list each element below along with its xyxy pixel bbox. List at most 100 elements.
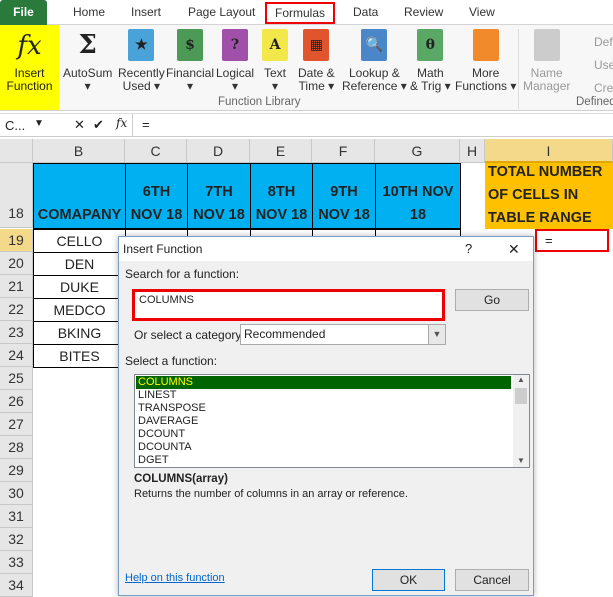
ribbon-button-3[interactable]: ? Logical ▾ [216,29,254,93]
group-function-library: Function Library [218,96,301,108]
sigma-icon: Σ [74,29,101,61]
function-item[interactable]: LINEST [136,389,511,402]
function-item[interactable]: TRANSPOSE [136,402,511,415]
row-header-24[interactable]: 24 [0,344,33,367]
tab-formulas[interactable]: Formulas [265,2,336,24]
insert-function-dialog: Insert Function ? ✕ Search for a functio… [118,236,534,596]
magnifier-book-icon: 🔍 [361,29,388,61]
label: Manager [523,79,571,93]
table-header-cell: 9TH NOV 18 [312,163,376,229]
function-item[interactable]: DCOUNT [136,428,511,441]
row-header-28[interactable]: 28 [0,436,33,459]
star-book-icon: ★ [128,29,155,61]
row-header-20[interactable]: 20 [0,252,33,275]
ribbon-button-7[interactable]: θ Math & Trig ▾ [410,29,451,93]
tab-home[interactable]: Home [73,5,105,19]
row-header-18[interactable]: 18 [0,163,33,228]
tab-review[interactable]: Review [404,5,443,19]
go-button[interactable]: Go [455,289,529,311]
ribbon-button-1[interactable]: ★ Recently Used ▾ [118,29,165,93]
column-header-G[interactable]: G [375,139,460,163]
ribbon-button-8[interactable]: More Functions ▾ [455,29,516,93]
enter-icon[interactable]: ✔ [93,117,104,133]
name-manager-button[interactable]: Name Manager [523,29,570,93]
function-item[interactable]: DGET [136,454,511,467]
ribbon-button-6[interactable]: 🔍 Lookup & Reference ▾ [342,29,407,93]
text-book-icon: A [262,29,288,61]
calendar-book-icon: ▦ [303,29,330,61]
define-name-button[interactable]: Def [578,31,613,54]
fx-icon[interactable]: fx [116,116,127,130]
scroll-up-icon[interactable]: ▲ [513,375,529,384]
search-input[interactable]: COLUMNS [132,289,445,321]
row-header-23[interactable]: 23 [0,321,33,344]
column-header-D[interactable]: D [187,139,250,163]
formula-input[interactable]: = [142,117,150,132]
company-cell[interactable]: DEN [33,252,126,276]
row-header-31[interactable]: 31 [0,505,33,528]
row-header-32[interactable]: 32 [0,528,33,551]
ribbon-button-2[interactable]: $ Financial ▾ [166,29,214,93]
row-header-22[interactable]: 22 [0,298,33,321]
company-cell[interactable]: BITES [33,344,126,368]
insert-function-button[interactable]: fx Insert Function [0,25,59,110]
row-header-29[interactable]: 29 [0,459,33,482]
ribbon-button-4[interactable]: A Text ▾ [262,29,288,93]
active-cell-I19[interactable]: = [535,229,609,252]
ribbon-tabs: File Home Insert Page Layout Formulas Da… [0,0,613,25]
name-box[interactable]: C... [5,118,25,133]
company-cell[interactable]: CELLO [33,229,126,253]
tab-page-layout[interactable]: Page Layout [188,5,255,19]
ok-button[interactable]: OK [372,569,445,591]
ribbon-button-0[interactable]: Σ AutoSum ▾ [63,29,112,93]
function-item[interactable]: DAVERAGE [136,415,511,428]
tab-file[interactable]: File [0,0,47,25]
row-header-30[interactable]: 30 [0,482,33,505]
row-header-33[interactable]: 33 [0,551,33,574]
function-item[interactable]: COLUMNS [136,376,511,389]
column-header-B[interactable]: B [33,139,125,163]
function-list[interactable]: COLUMNS LINEST TRANSPOSE DAVERAGE DCOUNT DCOU… [134,374,530,468]
name-box-dropdown-icon[interactable]: ▼ [34,118,44,129]
company-cell[interactable]: DUKE [33,275,126,299]
column-header-H[interactable]: H [460,139,485,163]
ribbon-button-5[interactable]: ▦ Date & Time ▾ [298,29,335,93]
label: Function [6,79,53,93]
column-header-F[interactable]: F [312,139,375,163]
tab-insert[interactable]: Insert [131,5,161,19]
column-header-I[interactable]: I [485,139,613,163]
scroll-down-icon[interactable]: ▼ [513,456,529,465]
column-header-E[interactable]: E [250,139,312,163]
function-item[interactable]: DCOUNTA [136,441,511,454]
row-header-19[interactable]: 19 [0,229,33,252]
row-header-26[interactable]: 26 [0,390,33,413]
close-button[interactable]: ✕ [508,237,520,261]
category-select[interactable]: Recommended ▼ [240,324,446,345]
chevron-down-icon[interactable]: ▼ [428,325,445,344]
help-button[interactable]: ? [465,237,472,261]
name-manager-icon [533,29,560,61]
dialog-title: Insert Function [123,242,203,256]
row-header-34[interactable]: 34 [0,574,33,597]
company-cell[interactable]: MEDCO [33,298,126,322]
cancel-icon[interactable]: ✕ [74,117,85,133]
select-all-corner[interactable] [0,139,33,163]
button-label: ▾ [271,79,279,93]
use-in-formula-button[interactable]: Use [578,54,613,77]
tab-data[interactable]: Data [353,5,378,19]
category-label: Or select a category: [134,328,245,342]
cancel-button[interactable]: Cancel [455,569,529,591]
formula-bar: C... ▼ ✕ ✔ fx = [0,113,613,137]
tab-view[interactable]: View [469,5,495,19]
row-header-25[interactable]: 25 [0,367,33,390]
search-label: Search for a function: [125,267,240,281]
company-cell[interactable]: BKING [33,321,126,345]
row-header-27[interactable]: 27 [0,413,33,436]
button-label: ▾ [187,79,194,93]
scrollbar[interactable]: ▲ ▼ [513,375,529,467]
table-header-cell: 6TH NOV 18 [125,163,188,229]
scroll-thumb[interactable] [515,388,527,404]
column-header-C[interactable]: C [125,139,187,163]
help-link[interactable]: Help on this function [125,572,225,584]
row-header-21[interactable]: 21 [0,275,33,298]
